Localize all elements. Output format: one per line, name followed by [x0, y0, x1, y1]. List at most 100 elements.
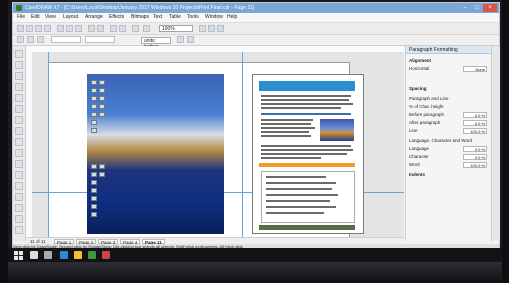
menu-bar: File Edit View Layout Arrange Effects Bi…: [13, 13, 499, 23]
save-icon[interactable]: [35, 25, 42, 32]
horizontal-alignment-select[interactable]: None: [463, 66, 487, 72]
export-icon[interactable]: [119, 25, 126, 32]
cut-icon[interactable]: [57, 25, 64, 32]
menu-arrange[interactable]: Arrange: [85, 14, 103, 21]
drop-shadow-icon[interactable]: [15, 182, 23, 190]
docker-section-spacing[interactable]: Spacing: [409, 86, 489, 93]
minimize-button[interactable]: –: [459, 4, 471, 12]
menu-layout[interactable]: Layout: [63, 14, 78, 21]
file-explorer-icon[interactable]: [74, 251, 82, 259]
menu-effects[interactable]: Effects: [109, 14, 124, 21]
desktop-icon: [91, 164, 97, 169]
nudge-icon[interactable]: [177, 36, 184, 43]
word-spacing-field[interactable]: 100.0 %: [463, 162, 487, 168]
zoom-tool-icon[interactable]: [15, 83, 23, 91]
ellipse-tool-icon[interactable]: [15, 127, 23, 135]
after-paragraph-field[interactable]: 0.0 %: [463, 120, 487, 126]
text-line: [261, 135, 311, 137]
windows-start-icon[interactable]: [14, 251, 23, 260]
connector-tool-icon[interactable]: [15, 171, 23, 179]
import-icon[interactable]: [110, 25, 117, 32]
docker-section-indents[interactable]: Indents: [409, 172, 489, 179]
polygon-tool-icon[interactable]: [15, 138, 23, 146]
table-row: [266, 200, 330, 202]
text-line: [261, 99, 349, 101]
page-height-field[interactable]: [85, 36, 115, 43]
page-size-icon[interactable]: [17, 36, 24, 43]
guideline[interactable]: [48, 52, 49, 237]
app-taskbar-icon[interactable]: [102, 251, 110, 259]
section-divider: [259, 163, 355, 167]
print-icon[interactable]: [44, 25, 51, 32]
open-icon[interactable]: [26, 25, 33, 32]
task-view-icon[interactable]: [44, 251, 52, 259]
undo-icon[interactable]: [88, 25, 95, 32]
coreldraw-window: CorelDRAW X7 - [C:\Users\Local\Desktop\J…: [12, 2, 500, 250]
application-launcher-icon[interactable]: [217, 25, 224, 32]
close-button[interactable]: ×: [483, 4, 497, 12]
pick-tool-icon[interactable]: [15, 50, 23, 58]
transparency-tool-icon[interactable]: [15, 193, 23, 201]
document-page-preview[interactable]: [252, 74, 364, 234]
shape-tool-icon[interactable]: [15, 61, 23, 69]
portrait-icon[interactable]: [27, 36, 34, 43]
before-paragraph-field[interactable]: 0.0 %: [463, 112, 487, 118]
smart-fill-icon[interactable]: [15, 226, 23, 234]
table-row: [266, 182, 336, 184]
line-spacing-field[interactable]: 100.0 %: [463, 128, 487, 134]
options-gear-icon[interactable]: [208, 25, 215, 32]
paragraph-formatting-docker: Paragraph Formatting Alignment Horizonta…: [405, 46, 492, 241]
maximize-button[interactable]: □: [471, 4, 483, 12]
new-document-icon[interactable]: [17, 25, 24, 32]
desktop-screenshot-image[interactable]: [87, 74, 224, 234]
page-width-field[interactable]: [51, 36, 81, 43]
guideline[interactable]: [242, 52, 243, 237]
coreldraw-taskbar-icon[interactable]: [88, 251, 96, 259]
duplicate-distance-icon[interactable]: [187, 36, 194, 43]
rectangle-tool-icon[interactable]: [15, 116, 23, 124]
menu-tools[interactable]: Tools: [187, 14, 199, 21]
units-select[interactable]: units: inches: [141, 37, 171, 50]
paste-icon[interactable]: [75, 25, 82, 32]
menu-file[interactable]: File: [17, 14, 25, 21]
window-title: CorelDRAW X7 - [C:\Users\Local\Desktop\J…: [25, 5, 254, 11]
desktop-icon: [91, 212, 97, 217]
dimension-tool-icon[interactable]: [15, 160, 23, 168]
desktop-icon: [91, 120, 97, 125]
drawing-canvas[interactable]: [32, 52, 404, 239]
title-bar[interactable]: CorelDRAW X7 - [C:\Users\Local\Desktop\J…: [13, 3, 499, 13]
publish-pdf-icon[interactable]: [132, 25, 139, 32]
standard-toolbar: 100%: [13, 23, 499, 35]
artistic-media-icon[interactable]: [15, 105, 23, 113]
eyedropper-icon[interactable]: [15, 204, 23, 212]
redo-icon[interactable]: [97, 25, 104, 32]
menu-bitmaps[interactable]: Bitmaps: [131, 14, 149, 21]
docker-tabs-strip[interactable]: [491, 46, 500, 241]
text-tool-icon[interactable]: [15, 149, 23, 157]
desktop-icon: [91, 196, 97, 201]
landscape-icon[interactable]: [37, 36, 44, 43]
menu-view[interactable]: View: [45, 14, 56, 21]
docker-section-alignment[interactable]: Alignment: [409, 58, 489, 65]
crop-tool-icon[interactable]: [15, 72, 23, 80]
desktop-icon: [91, 128, 97, 133]
menu-text[interactable]: Text: [153, 14, 162, 21]
menu-help[interactable]: Help: [227, 14, 237, 21]
freehand-tool-icon[interactable]: [15, 94, 23, 102]
zoom-level-select[interactable]: 100%: [159, 25, 193, 32]
menu-window[interactable]: Window: [205, 14, 223, 21]
menu-table[interactable]: Table: [169, 14, 181, 21]
snap-to-icon[interactable]: [199, 25, 206, 32]
interactive-fill-icon[interactable]: [15, 215, 23, 223]
docker-row-horizontal: Horizontal None: [409, 66, 489, 73]
text-line: [261, 107, 341, 109]
row-label: Line: [409, 128, 418, 133]
zoom-icon[interactable]: [143, 25, 150, 32]
windows-taskbar: [8, 248, 502, 262]
search-icon[interactable]: [30, 251, 38, 259]
language-spacing-field[interactable]: 0.0 %: [463, 146, 487, 152]
menu-edit[interactable]: Edit: [31, 14, 40, 21]
copy-icon[interactable]: [66, 25, 73, 32]
character-spacing-field[interactable]: 0.0 %: [463, 154, 487, 160]
edge-browser-icon[interactable]: [60, 251, 68, 259]
